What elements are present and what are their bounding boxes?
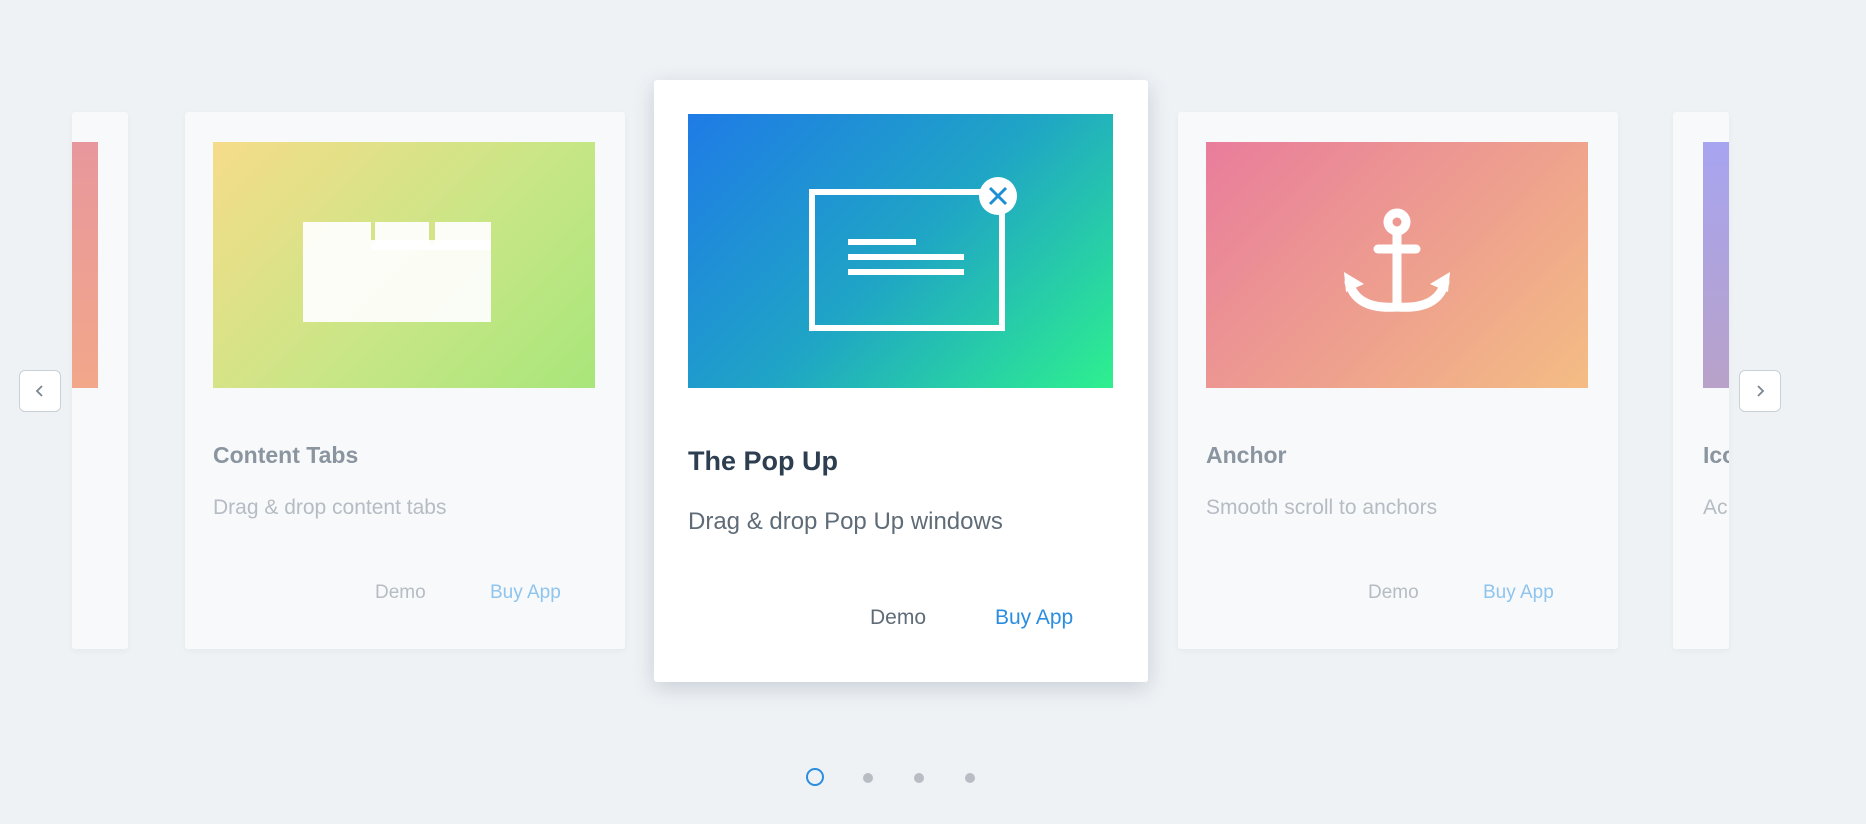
demo-link[interactable]: Demo — [870, 606, 926, 630]
card-content-tabs[interactable]: Content Tabs Drag & drop content tabs De… — [185, 112, 625, 649]
content-tabs-icon — [303, 222, 491, 322]
card-thumbnail — [213, 142, 595, 388]
buy-app-link[interactable]: Buy App — [490, 582, 561, 604]
chevron-right-icon — [1757, 385, 1765, 397]
demo-link[interactable]: Demo — [375, 582, 426, 604]
card-thumbnail — [1206, 142, 1588, 388]
pagination-dot-2[interactable] — [863, 773, 873, 783]
buy-app-link[interactable]: Buy App — [1483, 582, 1554, 604]
card-thumbnail — [688, 114, 1113, 388]
card-description: Drag & drop content tabs — [213, 496, 447, 519]
buy-app-link[interactable]: Buy App — [995, 606, 1073, 630]
card-title: Anchor — [1206, 442, 1287, 468]
prev-button[interactable] — [19, 370, 61, 412]
chevron-left-icon — [35, 385, 43, 397]
card-partial-left-thumbnail — [72, 142, 98, 388]
pagination-dot-3[interactable] — [914, 773, 924, 783]
card-anchor[interactable]: Anchor Smooth scroll to anchors Demo Buy… — [1178, 112, 1618, 649]
anchor-icon — [1344, 208, 1450, 312]
demo-link[interactable]: Demo — [1368, 582, 1419, 604]
card-partial-right-description: Ac — [1703, 496, 1728, 519]
pagination-dot-1[interactable] — [806, 768, 824, 786]
card-partial-right[interactable]: Ico Ac — [1673, 112, 1729, 649]
pagination-dot-4[interactable] — [965, 773, 975, 783]
card-partial-right-title: Ico — [1703, 442, 1729, 468]
card-the-pop-up[interactable]: The Pop Up Drag & drop Pop Up windows De… — [654, 80, 1148, 682]
next-button[interactable] — [1739, 370, 1781, 412]
card-description: Smooth scroll to anchors — [1206, 496, 1438, 519]
card-title: Content Tabs — [213, 442, 359, 468]
card-title: The Pop Up — [688, 446, 838, 476]
card-partial-right-thumbnail — [1703, 142, 1729, 388]
popup-window-icon — [809, 177, 1017, 331]
card-description: Drag & drop Pop Up windows — [688, 508, 1003, 535]
card-partial-left[interactable] — [72, 112, 128, 649]
